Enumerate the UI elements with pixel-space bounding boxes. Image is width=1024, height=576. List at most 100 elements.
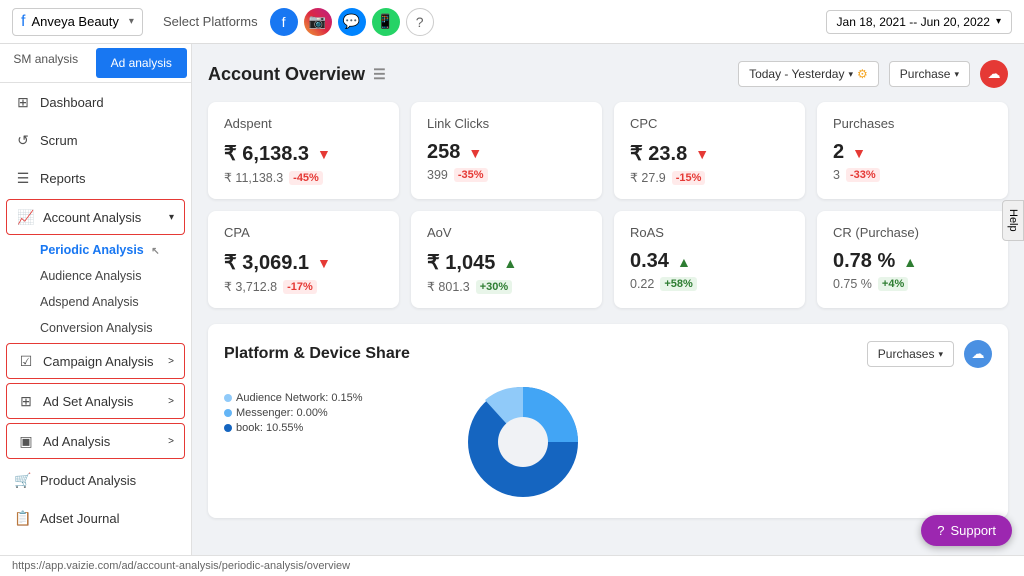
sidebar-label-adset-journal: Adset Journal	[40, 511, 120, 526]
platform-icons: f 📷 💬 📱 ?	[270, 8, 434, 36]
metric-main-value: ₹ 1,045 ▲	[427, 250, 586, 275]
metric-card-aov: AoV ₹ 1,045 ▲ ₹ 801.3 +30%	[411, 211, 602, 308]
purchase-selector[interactable]: Purchase ▾	[889, 61, 970, 87]
platform-cloud-icon[interactable]: ☁	[964, 340, 992, 368]
tab-sm-analysis[interactable]: SM analysis	[0, 44, 92, 82]
sidebar-item-adset-journal[interactable]: 📋 Adset Journal	[0, 499, 191, 537]
date-range-selector[interactable]: Jan 18, 2021 -- Jun 20, 2022 ▾	[826, 10, 1012, 34]
sidebar-item-campaign-analysis[interactable]: ☑ Campaign Analysis >	[6, 343, 185, 379]
support-button[interactable]: ? Support	[921, 515, 1012, 546]
help-tab[interactable]: Help	[1002, 200, 1024, 241]
sidebar-sub-periodic-analysis[interactable]: Periodic Analysis ↖	[0, 237, 191, 263]
platform-purchases-selector[interactable]: Purchases ▾	[867, 341, 954, 367]
facebook-platform-icon[interactable]: f	[270, 8, 298, 36]
pie-legend-item: book: 10.55%	[224, 422, 363, 434]
account-overview-controls: Today - Yesterday ▾ ⚙ Purchase ▾ ☁	[738, 60, 1008, 88]
down-arrow-icon: ▼	[317, 255, 331, 271]
metric-prev-value: ₹ 11,138.3	[224, 170, 283, 185]
sidebar-label-adset-analysis: Ad Set Analysis	[43, 394, 133, 409]
support-icon: ?	[937, 523, 944, 538]
sidebar-tabs: SM analysis Ad analysis	[0, 44, 191, 83]
date-range-chevron-icon: ▾	[996, 16, 1001, 27]
campaign-analysis-icon: ☑	[17, 352, 35, 370]
main-content: Account Overview ☰ Today - Yesterday ▾ ⚙…	[192, 44, 1024, 555]
help-platform-icon[interactable]: ?	[406, 8, 434, 36]
metric-title: CR (Purchase)	[833, 225, 992, 240]
upload-icon[interactable]: ☁	[980, 60, 1008, 88]
metric-pct-badge: -33%	[846, 168, 880, 182]
account-selector[interactable]: f Anveya Beauty ▾	[12, 8, 143, 36]
audience-analysis-label: Audience Analysis	[40, 269, 141, 283]
support-label: Support	[950, 523, 996, 538]
metric-title: CPC	[630, 116, 789, 131]
metric-title: AoV	[427, 225, 586, 240]
statusbar: https://app.vaizie.com/ad/account-analys…	[0, 555, 1024, 576]
sidebar-label-dashboard: Dashboard	[40, 95, 104, 110]
instagram-platform-icon[interactable]: 📷	[304, 8, 332, 36]
metric-card-roas: RoAS 0.34 ▲ 0.22 +58%	[614, 211, 805, 308]
metric-main-value: 0.78 % ▲	[833, 250, 992, 273]
sidebar-sub-adspend-analysis[interactable]: Adspend Analysis	[0, 289, 191, 315]
metric-prev-value: ₹ 801.3	[427, 279, 470, 294]
metric-pct-badge: -45%	[289, 171, 323, 185]
sidebar-label-product-analysis: Product Analysis	[40, 473, 136, 488]
platform-device-section: Platform & Device Share Purchases ▾ ☁ Au…	[208, 324, 1008, 518]
sidebar-item-ad-analysis[interactable]: ▣ Ad Analysis >	[6, 423, 185, 459]
metric-sub-value: 3 -33%	[833, 168, 992, 182]
whatsapp-platform-icon[interactable]: 📱	[372, 8, 400, 36]
metric-prev-value: 3	[833, 168, 840, 182]
date-range-text: Jan 18, 2021 -- Jun 20, 2022	[837, 15, 990, 29]
metric-main-value: 0.34 ▲	[630, 250, 789, 273]
sidebar-item-adset-analysis[interactable]: ⊞ Ad Set Analysis >	[6, 383, 185, 419]
metric-pct-badge: +4%	[878, 277, 908, 291]
metric-card-cpa: CPA ₹ 3,069.1 ▼ ₹ 3,712.8 -17%	[208, 211, 399, 308]
account-analysis-icon: 📈	[17, 208, 35, 226]
sidebar-label-scrum: Scrum	[40, 133, 78, 148]
sidebar: SM analysis Ad analysis ⊞ Dashboard ↺ Sc…	[0, 44, 192, 555]
platform-header: Platform & Device Share Purchases ▾ ☁	[224, 340, 992, 368]
reports-icon: ☰	[14, 169, 32, 187]
metric-card-adspent: Adspent ₹ 6,138.3 ▼ ₹ 11,138.3 -45%	[208, 102, 399, 199]
metric-sub-value: 399 -35%	[427, 168, 586, 182]
pie-label-text: Messenger: 0.00%	[236, 407, 328, 419]
today-yesterday-selector[interactable]: Today - Yesterday ▾ ⚙	[738, 61, 879, 87]
sidebar-item-product-analysis[interactable]: 🛒 Product Analysis	[0, 461, 191, 499]
pie-chart	[443, 382, 603, 502]
sidebar-item-reports[interactable]: ☰ Reports	[0, 159, 191, 197]
gear-icon[interactable]: ⚙	[857, 67, 868, 81]
metric-card-link-clicks: Link Clicks 258 ▼ 399 -35%	[411, 102, 602, 199]
sidebar-sub-conversion-analysis[interactable]: Conversion Analysis	[0, 315, 191, 341]
periodic-analysis-label: Periodic Analysis	[40, 243, 144, 257]
metric-sub-value: ₹ 3,712.8 -17%	[224, 279, 383, 294]
sidebar-item-dashboard[interactable]: ⊞ Dashboard	[0, 83, 191, 121]
metric-sub-value: 0.75 % +4%	[833, 277, 992, 291]
metric-pct-badge: +58%	[660, 277, 696, 291]
metric-title: Adspent	[224, 116, 383, 131]
metric-sub-value: ₹ 27.9 -15%	[630, 170, 789, 185]
down-arrow-icon: ▼	[317, 146, 331, 162]
account-analysis-chevron-icon: ▾	[169, 212, 174, 223]
filter-icon[interactable]: ☰	[373, 66, 386, 83]
sidebar-item-account-analysis[interactable]: 📈 Account Analysis ▾	[6, 199, 185, 235]
metric-main-value: ₹ 23.8 ▼	[630, 141, 789, 166]
sidebar-label-campaign-analysis: Campaign Analysis	[43, 354, 154, 369]
metric-prev-value: 0.22	[630, 277, 654, 291]
metric-prev-value: 399	[427, 168, 448, 182]
metric-main-value: 258 ▼	[427, 141, 586, 164]
topbar: f Anveya Beauty ▾ Select Platforms f 📷 💬…	[0, 0, 1024, 44]
tab-ad-analysis[interactable]: Ad analysis	[96, 48, 188, 78]
dashboard-icon: ⊞	[14, 93, 32, 111]
sidebar-item-scrum[interactable]: ↺ Scrum	[0, 121, 191, 159]
messenger-platform-icon[interactable]: 💬	[338, 8, 366, 36]
metric-sub-value: 0.22 +58%	[630, 277, 789, 291]
metric-card-purchases: Purchases 2 ▼ 3 -33%	[817, 102, 1008, 199]
metric-main-value: ₹ 3,069.1 ▼	[224, 250, 383, 275]
metric-main-value: 2 ▼	[833, 141, 992, 164]
platform-purchases-label: Purchases	[878, 347, 935, 361]
select-platforms-label: Select Platforms	[163, 14, 258, 29]
today-yesterday-label: Today - Yesterday	[749, 67, 844, 81]
up-arrow-icon: ▲	[677, 254, 691, 270]
metric-card-cr-(purchase): CR (Purchase) 0.78 % ▲ 0.75 % +4%	[817, 211, 1008, 308]
sidebar-sub-audience-analysis[interactable]: Audience Analysis	[0, 263, 191, 289]
adset-journal-icon: 📋	[14, 509, 32, 527]
